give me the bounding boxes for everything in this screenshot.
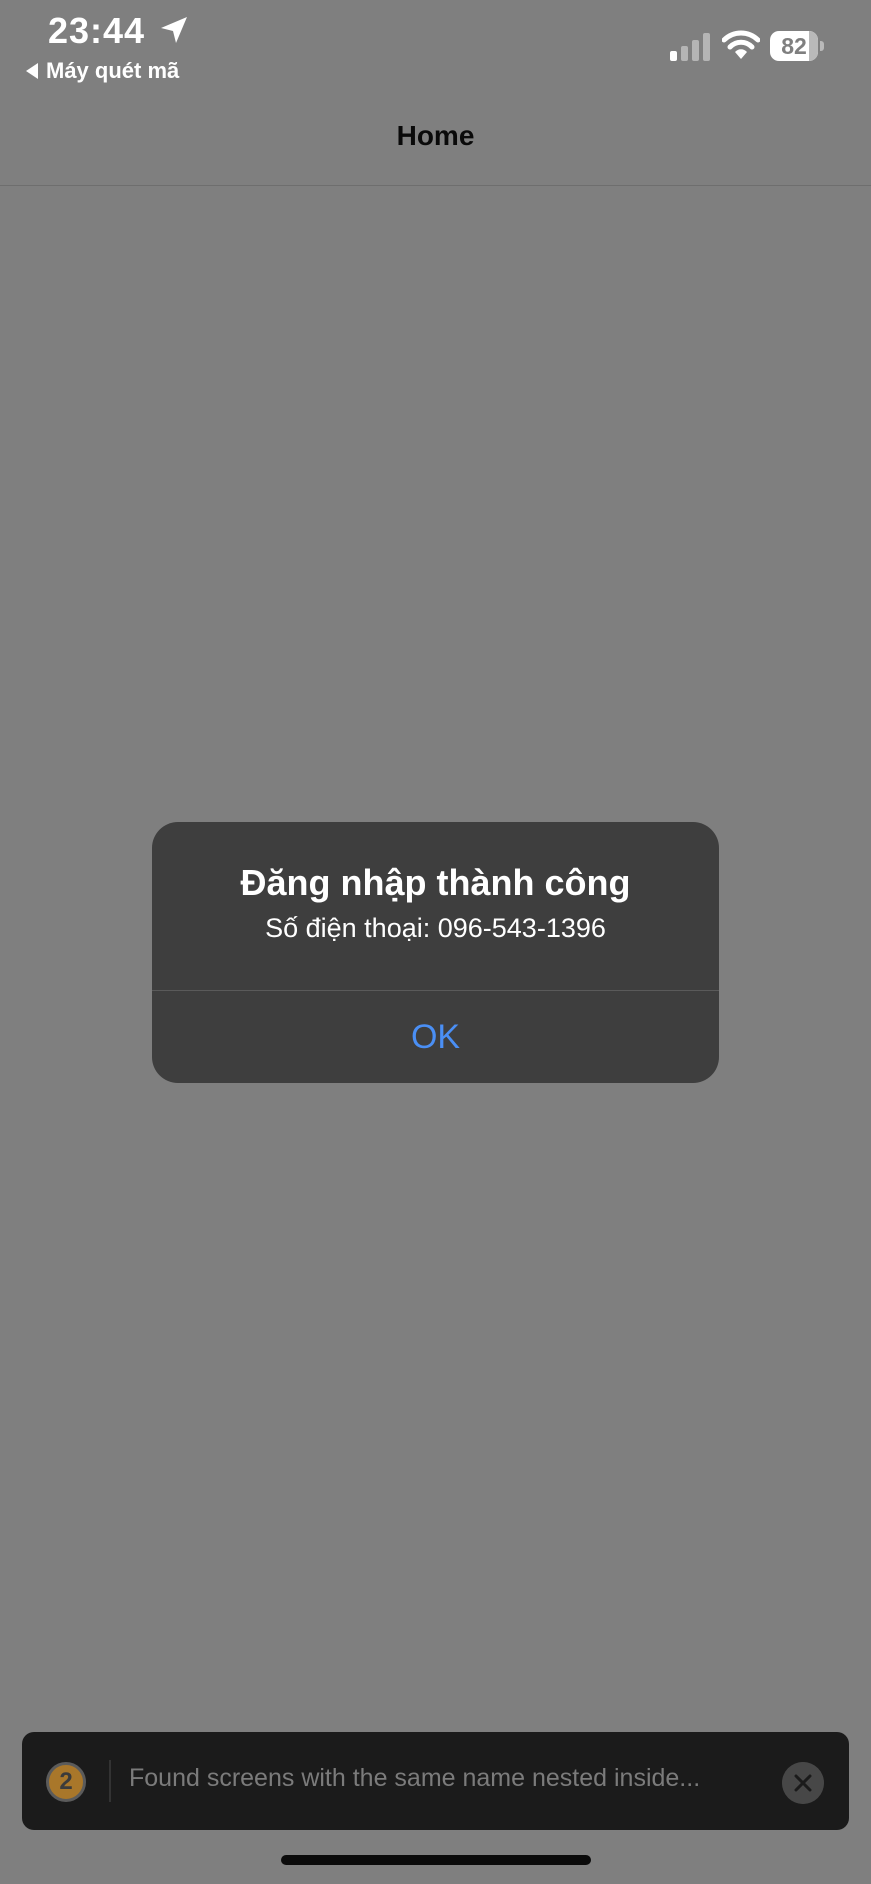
navigation-bar: Home: [0, 92, 871, 186]
warning-count-badge: 2: [46, 1762, 86, 1802]
location-arrow-icon: [161, 17, 187, 43]
back-to-app-link[interactable]: Máy quét mã: [26, 58, 179, 84]
page-title: Home: [396, 120, 475, 151]
status-time: 23:44: [48, 10, 146, 51]
back-app-label: Máy quét mã: [46, 58, 180, 83]
toast-divider: [109, 1760, 111, 1802]
app-screen: 23:44 Máy quét mã 82 Home Đăng nhập thàn…: [0, 0, 871, 1884]
status-bar: 23:44 Máy quét mã 82: [0, 0, 871, 92]
back-triangle-icon: [26, 63, 38, 79]
close-icon[interactable]: [782, 1762, 824, 1804]
login-success-alert: Đăng nhập thành công Số điện thoại: 096-…: [152, 822, 719, 1083]
cellular-signal-icon: [670, 33, 710, 61]
home-indicator[interactable]: [281, 1855, 591, 1865]
alert-title: Đăng nhập thành công: [240, 862, 631, 903]
ok-button[interactable]: OK: [152, 991, 719, 1083]
battery-body: 82: [770, 31, 818, 61]
battery-cap: [820, 41, 824, 51]
battery-level: 82: [781, 33, 807, 59]
battery-icon: 82: [770, 31, 824, 61]
warning-toast[interactable]: 2 Found screens with the same name neste…: [22, 1732, 849, 1830]
toast-message: Found screens with the same name nested …: [129, 1764, 701, 1792]
alert-message: Số điện thoại: 096-543-1396: [265, 913, 606, 943]
wifi-icon: [722, 30, 760, 59]
